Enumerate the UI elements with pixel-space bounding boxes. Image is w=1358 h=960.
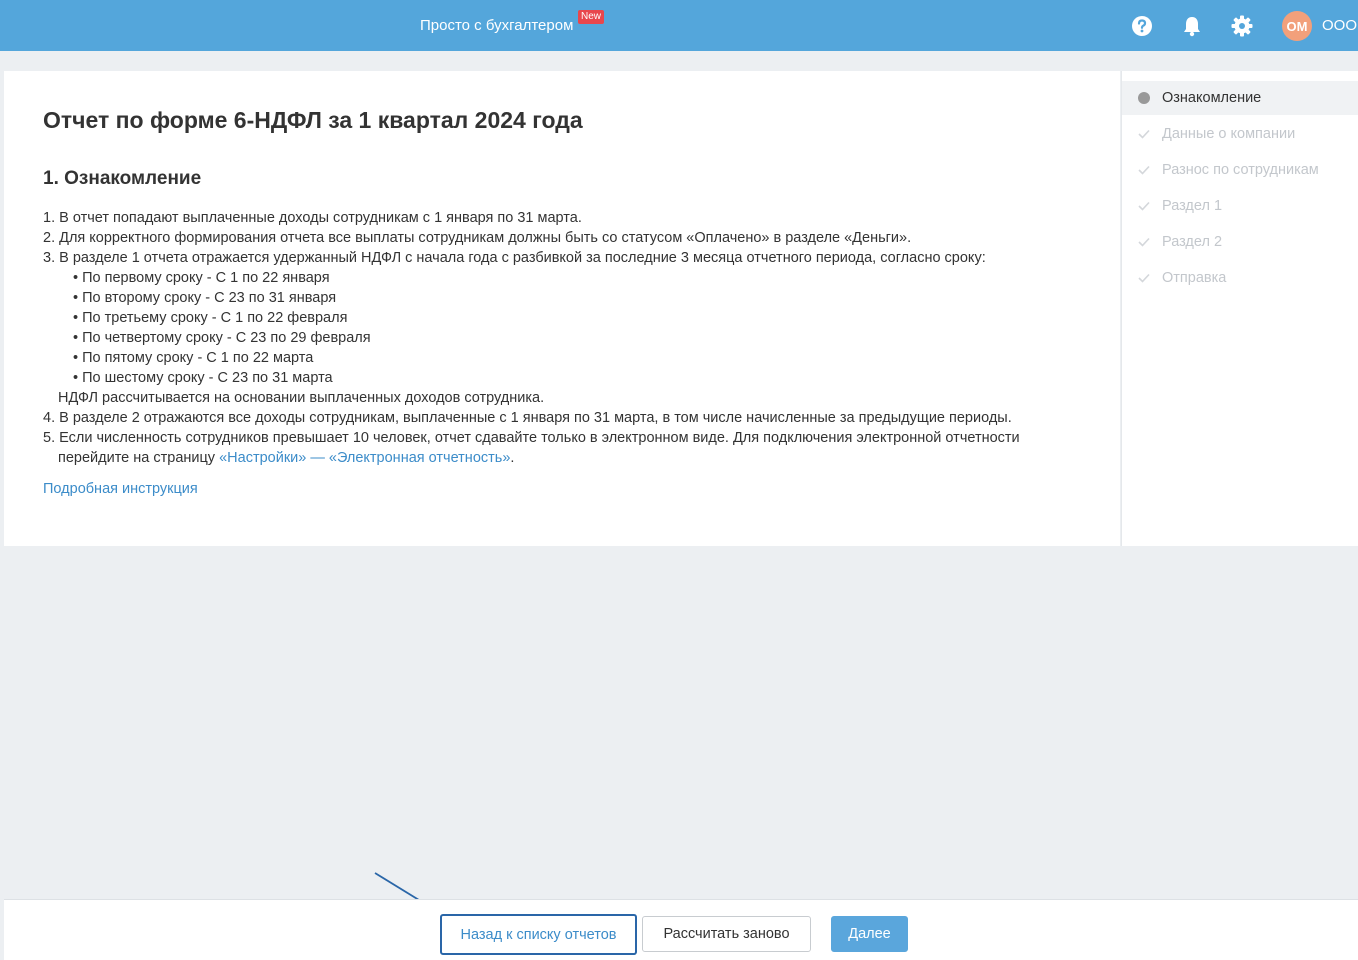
bullet-item: • По пятому сроку - С 1 по 22 марта bbox=[73, 350, 314, 366]
bullet-item: • По шестому сроку - С 23 по 31 марта bbox=[73, 370, 333, 386]
step-label: Отправка bbox=[1162, 270, 1227, 286]
back-to-reports-button[interactable]: Назад к списку отчетов bbox=[440, 914, 637, 955]
check-icon bbox=[1138, 272, 1150, 284]
step-label: Раздел 2 bbox=[1162, 234, 1223, 250]
step-sending[interactable]: Отправка bbox=[1122, 261, 1358, 295]
check-icon bbox=[1138, 236, 1150, 248]
bullet-item: • По третьему сроку - С 1 по 22 февраля bbox=[73, 310, 348, 326]
check-icon bbox=[1138, 164, 1150, 176]
top-bar: Просто с бухгалтером New ОМ ООО bbox=[0, 0, 1358, 51]
bullet-item: • По четвертому сроку - С 23 по 29 февра… bbox=[73, 330, 371, 346]
check-icon bbox=[1138, 200, 1150, 212]
step-company-data[interactable]: Данные о компании bbox=[1122, 117, 1358, 151]
bell-icon[interactable] bbox=[1180, 14, 1204, 38]
help-icon[interactable] bbox=[1130, 14, 1154, 38]
current-step-dot-icon bbox=[1138, 92, 1150, 104]
list-item: 2. Для корректного формирования отчета в… bbox=[43, 230, 912, 246]
section-title: 1. Ознакомление bbox=[43, 168, 202, 189]
check-icon bbox=[1138, 128, 1150, 140]
gear-icon[interactable] bbox=[1230, 14, 1254, 38]
main-content-card: Отчет по форме 6-НДФЛ за 1 квартал 2024 … bbox=[4, 71, 1120, 546]
footer-bar: Назад к списку отчетов Рассчитать заново… bbox=[4, 899, 1358, 960]
step-employee-allocation[interactable]: Разнос по сотрудникам bbox=[1122, 153, 1358, 187]
org-name[interactable]: ООО bbox=[1322, 17, 1357, 34]
continuation-text: перейдите на страницу bbox=[58, 450, 220, 466]
recalculate-button[interactable]: Рассчитать заново bbox=[642, 916, 811, 952]
period-text: . bbox=[510, 450, 515, 466]
brand-link[interactable]: Просто с бухгалтером bbox=[420, 17, 573, 34]
avatar[interactable]: ОМ bbox=[1282, 11, 1312, 41]
step-introduction[interactable]: Ознакомление bbox=[1122, 81, 1358, 115]
settings-e-reporting-link[interactable]: «Настройки» — «Электронная отчетность» bbox=[219, 450, 510, 466]
ndfl-note: НДФЛ рассчитывается на основании выплаче… bbox=[58, 390, 545, 406]
list-item: 4. В разделе 2 отражаются все доходы сот… bbox=[43, 410, 1012, 426]
list-item: 3. В разделе 1 отчета отражается удержан… bbox=[43, 250, 986, 266]
list-item: 1. В отчет попадают выплаченные доходы с… bbox=[43, 210, 582, 226]
instructions-text: 1. В отчет попадают выплаченные доходы с… bbox=[43, 208, 1103, 468]
bullet-item: • По второму сроку - С 23 по 31 января bbox=[73, 290, 337, 306]
page-title: Отчет по форме 6-НДФЛ за 1 квартал 2024 … bbox=[43, 107, 583, 133]
steps-sidebar: Ознакомление Данные о компании Разнос по… bbox=[1121, 71, 1358, 546]
list-item: 5. Если численность сотрудников превышае… bbox=[43, 430, 1020, 446]
step-section-2[interactable]: Раздел 2 bbox=[1122, 225, 1358, 259]
step-label: Раздел 1 bbox=[1162, 198, 1223, 214]
step-section-1[interactable]: Раздел 1 bbox=[1122, 189, 1358, 223]
step-label: Разнос по сотрудникам bbox=[1162, 162, 1319, 178]
next-button[interactable]: Далее bbox=[831, 916, 908, 952]
step-label: Ознакомление bbox=[1162, 90, 1262, 106]
step-label: Данные о компании bbox=[1162, 126, 1296, 142]
list-item-continuation: перейдите на страницу «Настройки» — «Эле… bbox=[43, 448, 1103, 468]
new-badge: New bbox=[578, 10, 605, 24]
bullet-item: • По первому сроку - С 1 по 22 января bbox=[73, 270, 330, 286]
detailed-instruction-link[interactable]: Подробная инструкция bbox=[43, 481, 198, 497]
